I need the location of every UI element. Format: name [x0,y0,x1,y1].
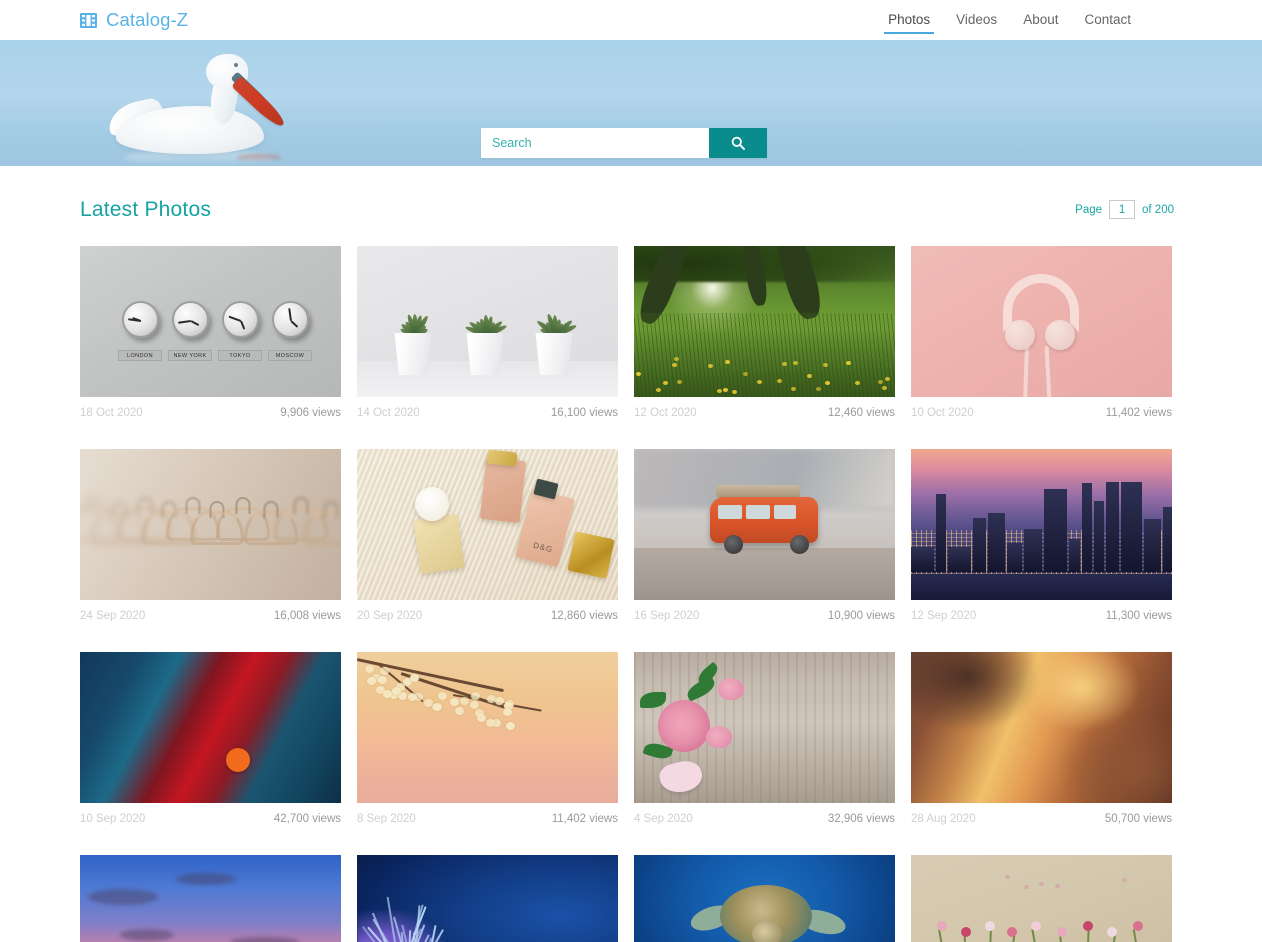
row-spacer [80,632,1172,652]
page-title: Latest Photos [80,198,211,222]
search-button[interactable] [709,128,767,158]
photo-thumbnail-sunlit-meadow[interactable] [634,246,895,397]
search-input[interactable] [481,128,709,158]
photo-views: 16,008 views [274,610,341,622]
pelican-illustration [108,54,308,166]
photo-views: 42,700 views [274,813,341,825]
photo-views: 11,300 views [1106,610,1172,622]
main-navigation: Photos Videos About Contact [875,0,1144,40]
photo-card: 12 Oct 2020 12,460 views [634,246,895,429]
pager-prefix-label: Page [1075,204,1102,216]
row-spacer [80,835,1172,855]
row-spacer [80,429,1172,449]
photo-thumbnail-sea-turtle[interactable] [634,855,895,942]
photo-views: 50,700 views [1105,813,1172,825]
photo-card: 10 Oct 2020 11,402 views [911,246,1172,429]
photo-thumbnail-pink-headphones[interactable] [911,246,1172,397]
photo-views: 32,906 views [828,813,895,825]
nav-item-photos[interactable]: Photos [875,0,943,40]
photo-caption: 24 Sep 2020 16,008 views [80,600,341,632]
photo-thumbnail-sea-anemone[interactable] [357,855,618,942]
photo-views: 11,402 views [552,813,618,825]
photo-views: 16,100 views [551,407,618,419]
photo-card: 8 Sep 2020 11,402 views [357,652,618,835]
photo-date: 12 Oct 2020 [634,407,697,419]
photo-thumbnail-slot-canyon[interactable] [911,652,1172,803]
hero-banner [0,40,1262,166]
photo-card [357,855,618,942]
photo-card [80,855,341,942]
photo-thumbnail-sunset-sky[interactable] [80,855,341,942]
photo-views: 12,460 views [828,407,895,419]
photo-date: 14 Oct 2020 [357,407,420,419]
photo-thumbnail-city-skyline[interactable] [911,449,1172,600]
photo-views: 12,860 views [551,610,618,622]
photo-card: D&G 20 Sep 2020 12,860 views [357,449,618,632]
photo-date: 10 Oct 2020 [911,407,974,419]
photo-thumbnail-blossom-branch[interactable] [357,652,618,803]
photo-card: 14 Oct 2020 16,100 views [357,246,618,429]
nav-item-about[interactable]: About [1010,0,1071,40]
clock-label-london: LONDON [118,350,162,361]
photo-grid: LONDON NEW YORK TOKYO MOSCOW 18 Oct 2020… [80,246,1174,942]
photo-caption: 12 Oct 2020 12,460 views [634,397,895,429]
nav-item-contact[interactable]: Contact [1071,0,1144,40]
photo-views: 10,900 views [828,610,895,622]
pager-suffix-label: of 200 [1142,204,1174,216]
photo-date: 4 Sep 2020 [634,813,693,825]
photo-date: 20 Sep 2020 [357,610,422,622]
film-strip-icon [80,13,97,28]
photo-caption: 4 Sep 2020 32,906 views [634,803,895,835]
photo-card: 24 Sep 2020 16,008 views [80,449,341,632]
photo-card: 10 Sep 2020 42,700 views [80,652,341,835]
photo-card: 12 Sep 2020 11,300 views [911,449,1172,632]
main-content: Latest Photos Page of 200 LONDON NEW YOR… [0,166,1262,942]
photo-caption: 28 Aug 2020 50,700 views [911,803,1172,835]
photo-caption: 12 Sep 2020 11,300 views [911,600,1172,632]
brand-name: Catalog-Z [106,9,188,31]
photo-date: 10 Sep 2020 [80,813,145,825]
clock-label-moscow: MOSCOW [268,350,312,361]
site-header: Catalog-Z Photos Videos About Contact [0,0,1262,40]
photo-thumbnail-toy-bus[interactable] [634,449,895,600]
photo-thumbnail-pink-roses[interactable] [634,652,895,803]
brand-logo[interactable]: Catalog-Z [80,9,188,31]
photo-date: 8 Sep 2020 [357,813,416,825]
photo-thumbnail-succulent-plants[interactable] [357,246,618,397]
photo-card: LONDON NEW YORK TOKYO MOSCOW 18 Oct 2020… [80,246,341,429]
photo-caption: 18 Oct 2020 9,906 views [80,397,341,429]
photo-caption: 16 Sep 2020 10,900 views [634,600,895,632]
photo-card: 28 Aug 2020 50,700 views [911,652,1172,835]
photo-date: 28 Aug 2020 [911,813,976,825]
nav-item-videos[interactable]: Videos [943,0,1010,40]
photo-card [911,855,1172,942]
photo-caption: 10 Sep 2020 42,700 views [80,803,341,835]
photo-thumbnail-flowers-on-sand[interactable] [911,855,1172,942]
photo-caption: 10 Oct 2020 11,402 views [911,397,1172,429]
clock-label-tokyo: TOKYO [218,350,262,361]
photo-caption: 14 Oct 2020 16,100 views [357,397,618,429]
photo-date: 18 Oct 2020 [80,407,143,419]
page-number-input[interactable] [1109,200,1135,219]
pagination: Page of 200 [1075,200,1174,222]
photo-date: 24 Sep 2020 [80,610,145,622]
photo-views: 11,402 views [1106,407,1172,419]
section-header: Latest Photos Page of 200 [80,166,1174,222]
photo-views: 9,906 views [280,407,341,419]
photo-date: 12 Sep 2020 [911,610,976,622]
photo-date: 16 Sep 2020 [634,610,699,622]
photo-card: 4 Sep 2020 32,906 views [634,652,895,835]
photo-caption: 8 Sep 2020 11,402 views [357,803,618,835]
photo-card: 16 Sep 2020 10,900 views [634,449,895,632]
photo-caption: 20 Sep 2020 12,860 views [357,600,618,632]
photo-thumbnail-wooden-hangers[interactable] [80,449,341,600]
photo-card [634,855,895,942]
photo-thumbnail-abstract-paint[interactable] [80,652,341,803]
clock-label-new-york: NEW YORK [168,350,212,361]
photo-thumbnail-perfume-bottles[interactable]: D&G [357,449,618,600]
photo-thumbnail-world-clocks[interactable]: LONDON NEW YORK TOKYO MOSCOW [80,246,341,397]
hero-search [481,128,767,158]
search-icon [731,136,745,150]
